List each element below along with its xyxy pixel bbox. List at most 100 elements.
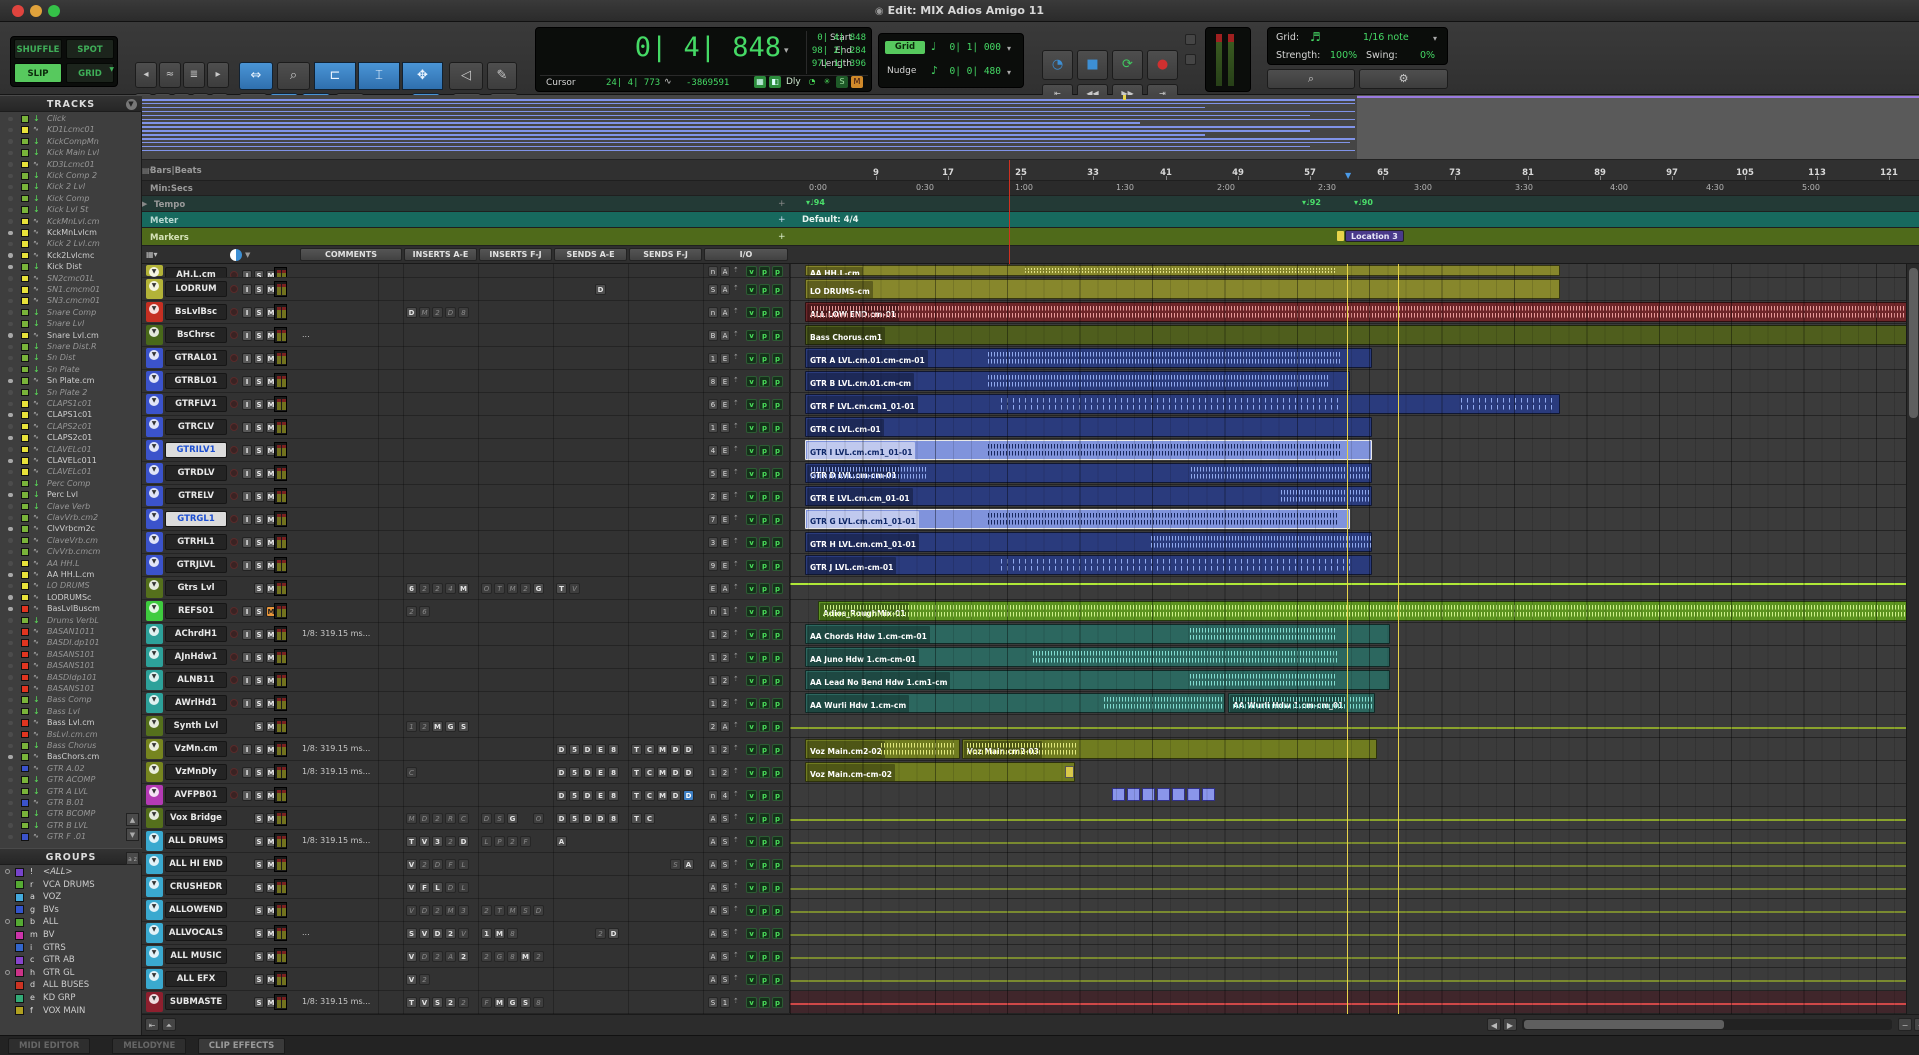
- send-slot[interactable]: D: [595, 284, 606, 295]
- insert-slot[interactable]: P: [494, 836, 505, 847]
- track-show-dot[interactable]: [8, 778, 13, 783]
- io-output-indicator[interactable]: 1: [720, 606, 730, 617]
- track-comment[interactable]: 1/8: 319.15 ms...: [302, 738, 402, 761]
- record-enable-button[interactable]: [230, 271, 238, 278]
- pan-right-indicator[interactable]: p: [772, 859, 783, 870]
- solo-button[interactable]: S: [254, 629, 264, 640]
- clip-fade-handle[interactable]: [1065, 766, 1074, 779]
- track-dropdown-icon[interactable]: ▼: [149, 373, 159, 383]
- volume-indicator[interactable]: v: [746, 675, 757, 686]
- input-monitor-button[interactable]: I: [242, 284, 252, 295]
- track-show-dot[interactable]: [8, 550, 13, 555]
- insert-slot[interactable]: V: [419, 928, 430, 939]
- insert-slot[interactable]: 4: [445, 583, 456, 594]
- track-name-label[interactable]: AA HH.L: [47, 558, 80, 569]
- pan-right-indicator[interactable]: p: [772, 997, 783, 1008]
- pan-left-indicator[interactable]: p: [759, 583, 770, 594]
- track-name-label[interactable]: Kick Lvl St: [47, 204, 88, 215]
- volume-indicator[interactable]: v: [746, 905, 757, 916]
- insert-slot[interactable]: 2: [458, 951, 469, 962]
- track-color-chip[interactable]: [21, 218, 29, 226]
- sidebar-track-item[interactable]: ∿ClvVrbcm2c: [0, 523, 124, 534]
- sidebar-track-item[interactable]: ∿KckMnLvl.cm: [0, 216, 124, 227]
- track-color-chip[interactable]: [21, 354, 29, 362]
- groups-sort-az[interactable]: a z: [126, 852, 139, 865]
- sidebar-track-item[interactable]: ↓Bass Lvl: [0, 706, 124, 717]
- record-enable-button[interactable]: [230, 308, 238, 316]
- track-show-dot[interactable]: [8, 242, 13, 247]
- send-slot[interactable]: T: [556, 583, 567, 594]
- send-slot[interactable]: D: [608, 928, 619, 939]
- track-name-label[interactable]: ClvVrbcm2c: [47, 523, 95, 534]
- selection-values[interactable]: 0| 4| 84898| 2| 28497| 1| 396: [784, 32, 866, 71]
- main-counter[interactable]: 0| 4| 848: [591, 32, 781, 63]
- automation-line[interactable]: [790, 911, 1919, 913]
- send-slot[interactable]: D: [582, 767, 593, 778]
- insert-slot[interactable]: 2: [481, 951, 492, 962]
- insert-slot[interactable]: 2: [432, 583, 443, 594]
- sidebar-track-item[interactable]: ∿GTR B.01: [0, 797, 124, 808]
- track-show-dot[interactable]: [8, 789, 13, 794]
- track-color-chip[interactable]: [21, 525, 29, 533]
- pan-right-indicator[interactable]: p: [772, 491, 783, 502]
- pan-left-indicator[interactable]: p: [759, 905, 770, 916]
- automation-line[interactable]: [790, 583, 1919, 585]
- track-lane[interactable]: [790, 577, 1919, 599]
- midi-clip[interactable]: [1112, 788, 1125, 801]
- track-name-button[interactable]: ALL DRUMS: [165, 833, 227, 849]
- track-color-tab[interactable]: ▼: [146, 854, 163, 874]
- meter-ruler[interactable]: Meter + Default: 4/4: [142, 212, 1919, 228]
- track-show-dot[interactable]: [8, 687, 13, 692]
- io-input-indicator[interactable]: 1: [708, 629, 718, 640]
- track-dropdown-icon[interactable]: ▼: [149, 856, 159, 866]
- input-monitor-button[interactable]: I: [242, 560, 252, 571]
- track-show-dot[interactable]: [8, 299, 13, 304]
- sidebar-track-item[interactable]: ↓Clave Verb: [0, 501, 124, 512]
- insert-slot[interactable]: D: [419, 951, 430, 962]
- status-icon-4[interactable]: S: [836, 76, 848, 88]
- transport-record[interactable]: ●: [1147, 50, 1178, 80]
- track-lane[interactable]: GTR A LVL.cm.01.cm-cm-01: [790, 347, 1919, 369]
- sidebar-track-item[interactable]: ∿GTR F .01: [0, 831, 124, 842]
- audio-clip[interactable]: Bass Chorus.cm1: [805, 325, 1917, 345]
- send-slot[interactable]: D: [683, 790, 694, 801]
- audio-clip[interactable]: ALL LOW END.cm-01: [805, 302, 1917, 322]
- track-comment[interactable]: ...: [302, 922, 402, 945]
- nudge-dropdown-icon[interactable]: ▾: [1007, 68, 1011, 77]
- solo-button[interactable]: S: [254, 836, 264, 847]
- insert-slot[interactable]: D: [458, 836, 469, 847]
- pan-left-indicator[interactable]: p: [759, 422, 770, 433]
- track-show-dot[interactable]: [8, 721, 13, 726]
- input-monitor-button[interactable]: I: [242, 330, 252, 341]
- automation-line[interactable]: [790, 727, 1919, 729]
- volume-indicator[interactable]: v: [746, 721, 757, 732]
- group-item[interactable]: dALL BUSES: [0, 979, 124, 992]
- sidebar-track-item[interactable]: ∿BASDI.dp101: [0, 637, 124, 648]
- status-icon-0[interactable]: ▦: [754, 76, 766, 88]
- record-enable-button[interactable]: [230, 469, 238, 477]
- audio-clip[interactable]: Adios_RoughMix-01: [818, 601, 1917, 621]
- midi-clip[interactable]: [1172, 788, 1185, 801]
- input-monitor-button[interactable]: I: [242, 422, 252, 433]
- zoom-button-1[interactable]: ≈: [159, 62, 181, 88]
- input-monitor-button[interactable]: I: [242, 270, 252, 279]
- track-dropdown-icon[interactable]: ▼: [149, 603, 159, 613]
- insert-slot[interactable]: G: [533, 583, 544, 594]
- io-input-indicator[interactable]: A: [708, 951, 718, 962]
- track-color-chip[interactable]: [21, 560, 29, 568]
- insert-slot[interactable]: F: [445, 859, 456, 870]
- pan-right-indicator[interactable]: p: [772, 974, 783, 985]
- record-enable-button[interactable]: [230, 285, 238, 293]
- pan-left-indicator[interactable]: p: [759, 721, 770, 732]
- insert-slot[interactable]: T: [406, 997, 417, 1008]
- sidebar-track-item[interactable]: ↓Perc Lvl: [0, 489, 124, 500]
- audio-clip[interactable]: Voz Main.cm2-02: [805, 739, 960, 759]
- track-color-chip[interactable]: [21, 776, 29, 784]
- insert-slot[interactable]: L: [458, 859, 469, 870]
- location-marker[interactable]: Location 3: [1345, 230, 1404, 242]
- io-output-indicator[interactable]: S: [720, 813, 730, 824]
- track-show-dot[interactable]: [8, 584, 13, 589]
- io-output-indicator[interactable]: 2: [720, 698, 730, 709]
- pan-left-indicator[interactable]: p: [759, 767, 770, 778]
- track-dropdown-icon[interactable]: ▼: [149, 327, 159, 337]
